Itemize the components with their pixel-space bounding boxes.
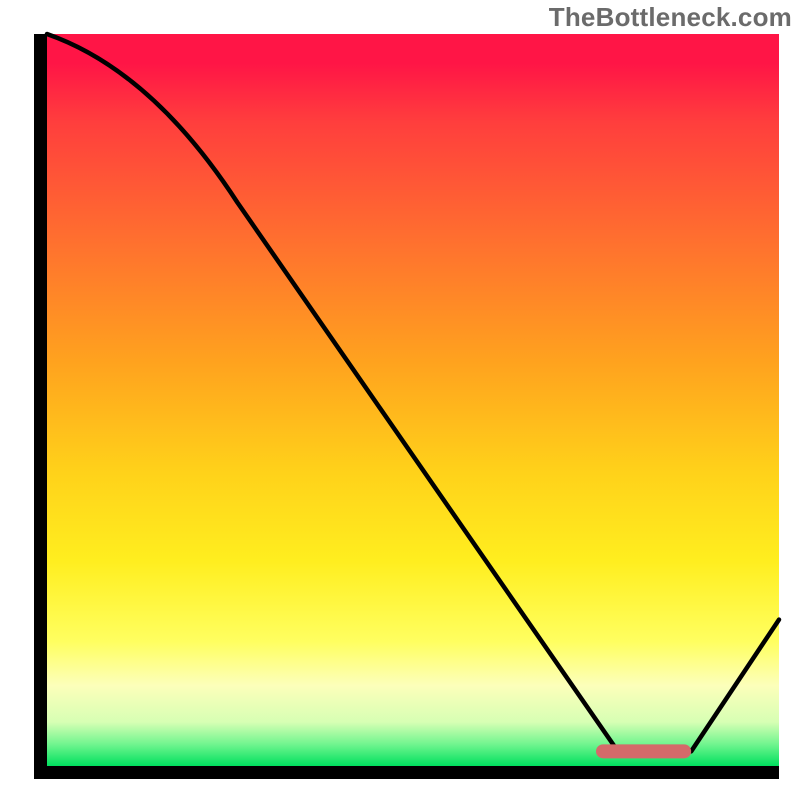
watermark-text: TheBottleneck.com [549, 2, 792, 33]
marker-bar [596, 744, 691, 758]
chart-stage: TheBottleneck.com [0, 0, 800, 800]
plot-frame [34, 34, 779, 779]
marker-layer [47, 34, 779, 766]
